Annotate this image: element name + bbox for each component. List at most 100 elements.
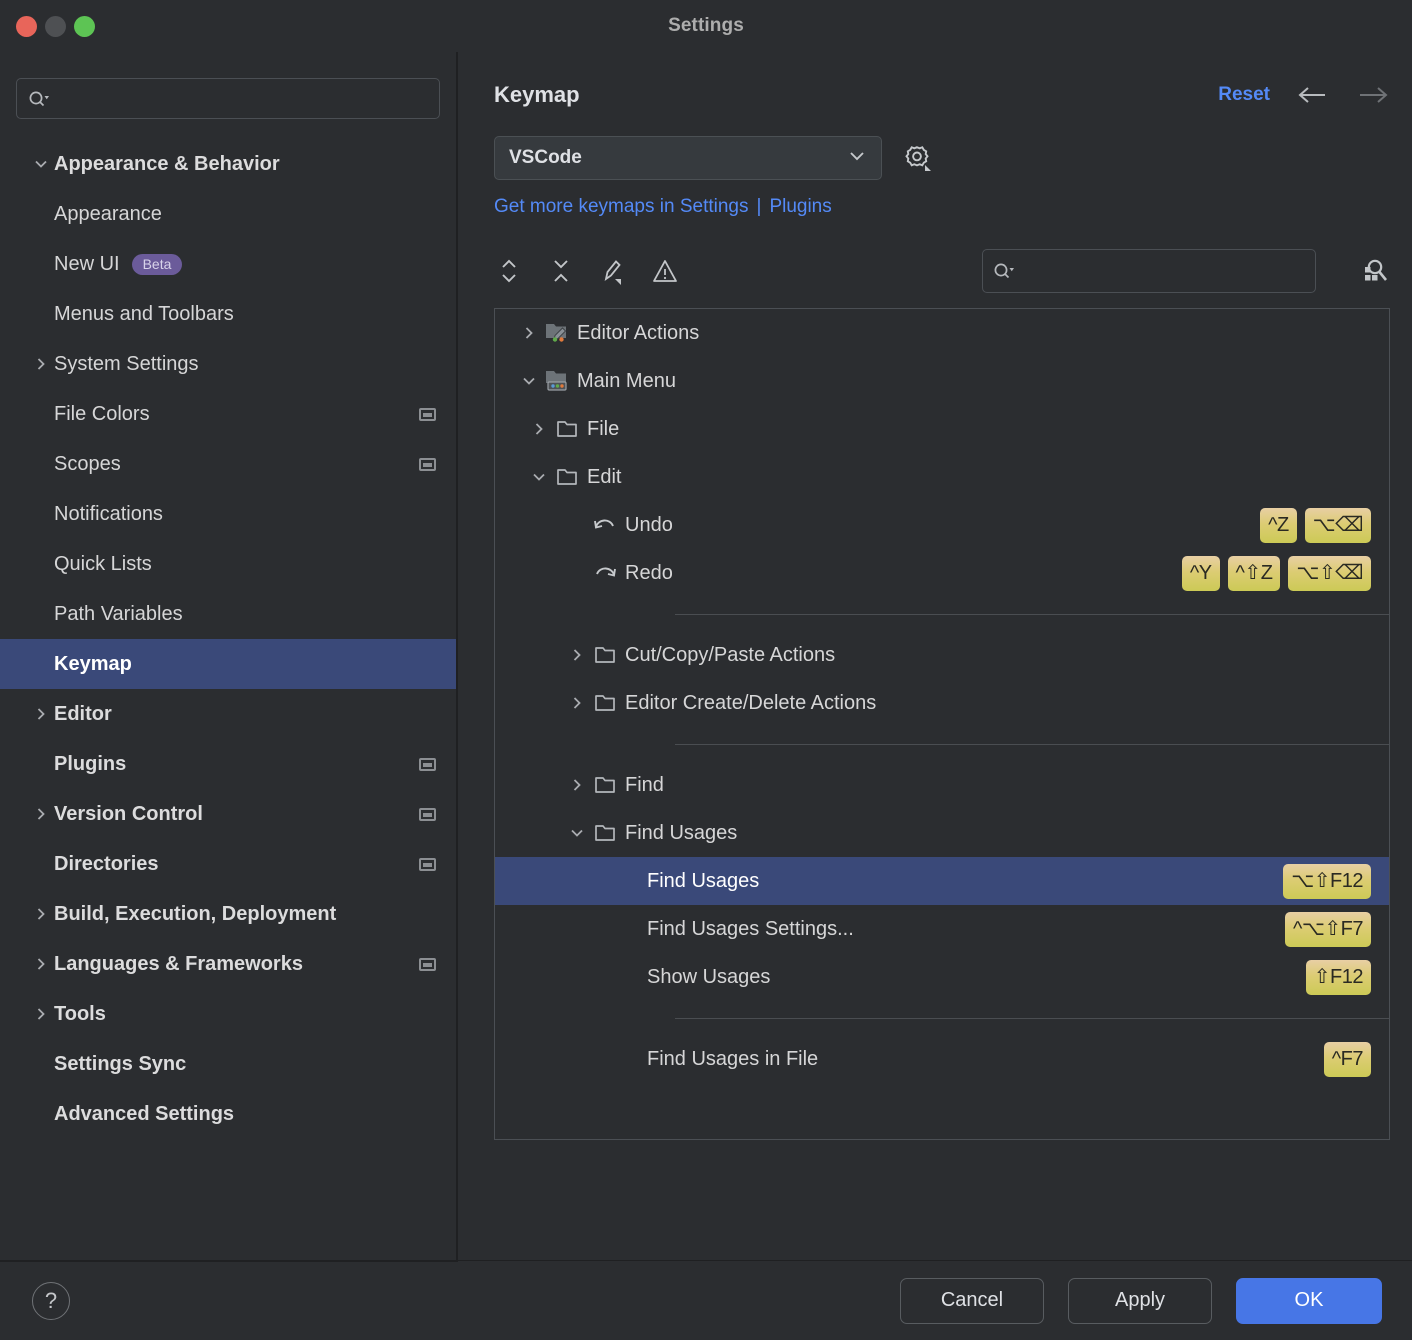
tree-search-box[interactable] <box>982 249 1316 293</box>
reset-button[interactable]: Reset <box>1218 84 1270 106</box>
sidebar-item-appearance-behavior[interactable]: Appearance & Behavior <box>0 139 456 189</box>
sidebar-item-scopes[interactable]: Scopes <box>0 439 456 489</box>
sidebar-item-path-variables[interactable]: Path Variables <box>0 589 456 639</box>
chevron-right-icon[interactable] <box>28 1001 54 1027</box>
shortcut-badge[interactable]: ⇧F12 <box>1305 959 1371 995</box>
action-tree-list: Editor Actions Main Menu File Edit Undo ^Z ⌥⌫ R… <box>495 309 1389 1139</box>
find-by-shortcut-icon[interactable] <box>1358 255 1390 287</box>
shortcut-badge[interactable]: ^Z <box>1260 507 1297 543</box>
shortcut-badge[interactable]: ⌥⇧F12 <box>1283 863 1371 899</box>
action-tree-row[interactable]: Find Usages in File ^F7 <box>495 1035 1389 1083</box>
close-button[interactable] <box>16 16 37 37</box>
keymap-select[interactable]: VSCode <box>494 136 882 180</box>
shortcut-badge[interactable]: ^⌥⇧F7 <box>1284 911 1371 947</box>
action-tree-row[interactable]: Find Usages <box>495 809 1389 857</box>
sidebar-item-file-colors[interactable]: File Colors <box>0 389 456 439</box>
apply-button[interactable]: Apply <box>1068 1277 1212 1324</box>
sidebar-item-directories[interactable]: Directories <box>0 839 456 889</box>
sidebar-search-input[interactable] <box>50 89 428 108</box>
action-tree-row[interactable]: Redo ^Y ^⇧Z ⌥⇧⌫ <box>495 549 1389 597</box>
settings-sidebar: Appearance & Behavior Appearance New UI Bet… <box>0 52 458 1260</box>
sidebar-item-advanced-settings[interactable]: Advanced Settings <box>0 1089 456 1139</box>
shortcut-badge[interactable]: ^⇧Z <box>1227 555 1281 591</box>
sidebar-item-menus-and-toolbars[interactable]: Menus and Toolbars <box>0 289 456 339</box>
sidebar-item-label: Scopes <box>54 452 121 475</box>
chevron-down-icon[interactable] <box>28 151 54 177</box>
ok-button[interactable]: OK <box>1236 1277 1382 1324</box>
sidebar-item-label: Appearance <box>54 202 162 225</box>
shortcut-list: ⌥⇧F12 <box>1283 863 1381 899</box>
sidebar-item-version-control[interactable]: Version Control <box>0 789 456 839</box>
chevron-right-icon[interactable] <box>525 420 553 438</box>
sidebar-item-system-settings[interactable]: System Settings <box>0 339 456 389</box>
forward-arrow-icon[interactable] <box>1356 84 1390 106</box>
action-tree-row[interactable]: Editor Create/Delete Actions <box>495 679 1389 727</box>
shortcut-badge[interactable]: ⌥⌫ <box>1304 507 1371 543</box>
tree-search-input[interactable] <box>1015 261 1305 281</box>
sidebar-search-box[interactable] <box>16 78 440 119</box>
minimize-button[interactable] <box>45 16 66 37</box>
chevron-right-icon[interactable] <box>563 646 591 664</box>
action-tree-row[interactable]: File <box>495 405 1389 453</box>
sidebar-item-quick-lists[interactable]: Quick Lists <box>0 539 456 589</box>
action-tree-row[interactable]: Editor Actions <box>495 309 1389 357</box>
chevron-right-icon[interactable] <box>28 701 54 727</box>
action-name: Editor Create/Delete Actions <box>625 691 877 714</box>
sidebar-item-tools[interactable]: Tools <box>0 989 456 1039</box>
sidebar-item-editor[interactable]: Editor <box>0 689 456 739</box>
action-tree-row[interactable]: Cut/Copy/Paste Actions <box>495 631 1389 679</box>
window-title: Settings <box>668 15 744 36</box>
warning-icon[interactable] <box>650 256 680 286</box>
shortcut-list: ^Z ⌥⌫ <box>1260 507 1381 543</box>
chevron-down-icon[interactable] <box>515 372 543 390</box>
chevron-right-icon[interactable] <box>28 951 54 977</box>
action-tree-row[interactable]: Find <box>495 761 1389 809</box>
get-more-keymaps-link[interactable]: Get more keymaps in Settings <box>494 196 749 218</box>
sidebar-item-appearance[interactable]: Appearance <box>0 189 456 239</box>
zoom-button[interactable] <box>74 16 95 37</box>
shortcut-badge[interactable]: ^Y <box>1181 555 1220 591</box>
action-tree-row[interactable]: Find Usages Settings... ^⌥⇧F7 <box>495 905 1389 953</box>
help-button[interactable]: ? <box>32 1281 70 1320</box>
chevron-right-icon[interactable] <box>28 351 54 377</box>
folder-icon <box>553 466 581 488</box>
chevron-down-icon[interactable] <box>525 468 553 486</box>
action-tree-row[interactable]: Show Usages ⇧F12 <box>495 953 1389 1001</box>
chevron-right-icon[interactable] <box>563 776 591 794</box>
sidebar-item-settings-sync[interactable]: Settings Sync <box>0 1039 456 1089</box>
shortcut-badge[interactable]: ^F7 <box>1323 1041 1371 1077</box>
chevron-right-icon[interactable] <box>28 801 54 827</box>
keymap-action-tree[interactable]: Editor Actions Main Menu File Edit Undo ^Z ⌥⌫ R… <box>494 308 1390 1140</box>
cancel-button[interactable]: Cancel <box>900 1277 1044 1324</box>
chevron-right-icon[interactable] <box>563 694 591 712</box>
action-tree-row[interactable]: Main Menu <box>495 357 1389 405</box>
project-scope-icon <box>419 407 436 421</box>
chevron-down-icon[interactable] <box>563 824 591 842</box>
collapse-all-icon[interactable] <box>546 256 576 286</box>
action-name: Find Usages Settings... <box>647 917 854 940</box>
gear-icon[interactable] <box>900 141 934 175</box>
back-arrow-icon[interactable] <box>1296 84 1330 106</box>
sidebar-item-keymap[interactable]: Keymap <box>0 639 456 689</box>
chevron-right-icon[interactable] <box>515 324 543 342</box>
sidebar-item-build-execution-deployment[interactable]: Build, Execution, Deployment <box>0 889 456 939</box>
sidebar-item-notifications[interactable]: Notifications <box>0 489 456 539</box>
edit-shortcut-icon[interactable] <box>598 256 628 286</box>
sidebar-item-new-ui[interactable]: New UI Beta <box>0 239 456 289</box>
action-tree-row[interactable]: Find Usages ⌥⇧F12 <box>495 857 1389 905</box>
sidebar-item-label: Plugins <box>54 752 127 775</box>
action-tree-row[interactable]: Edit <box>495 453 1389 501</box>
chevron-right-icon[interactable] <box>28 901 54 927</box>
expand-collapse-icon[interactable] <box>494 256 524 286</box>
sidebar-item-label: Menus and Toolbars <box>54 302 234 325</box>
action-name: Find Usages <box>647 869 760 892</box>
action-tree-row[interactable]: Undo ^Z ⌥⌫ <box>495 501 1389 549</box>
sidebar-item-plugins[interactable]: Plugins <box>0 739 456 789</box>
plugins-link[interactable]: Plugins <box>769 196 831 218</box>
sidebar-item-languages-frameworks[interactable]: Languages & Frameworks <box>0 939 456 989</box>
shortcut-badge[interactable]: ⌥⇧⌫ <box>1288 555 1371 591</box>
